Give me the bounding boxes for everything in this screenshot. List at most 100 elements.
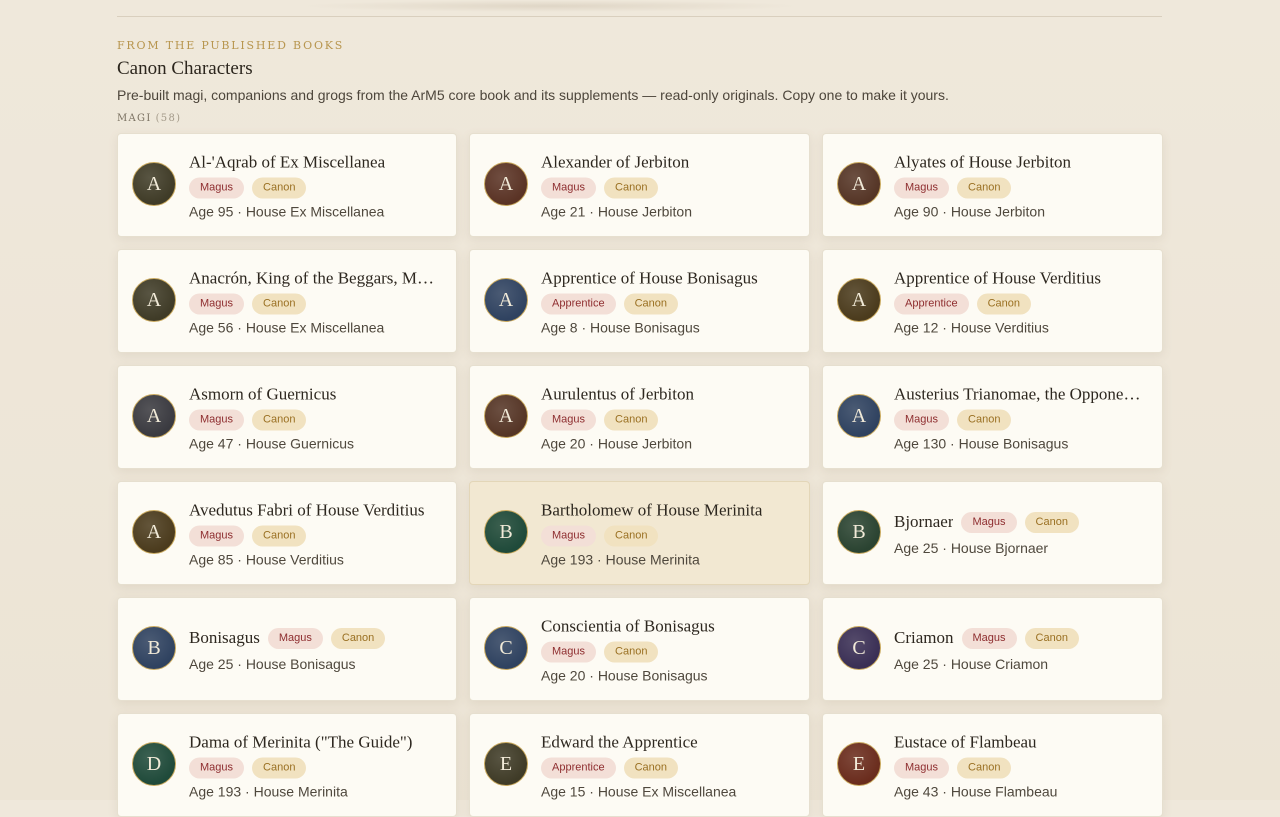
- canon-characters-section: From the published books Canon Character…: [117, 38, 1163, 126]
- character-info: Aurulentus of Jerbiton Magus Canon Age 20 ·…: [541, 382, 797, 453]
- canon-badge: Canon: [252, 409, 307, 431]
- role-badge: Magus: [189, 409, 245, 431]
- character-avatar: C: [484, 626, 528, 670]
- character-avatar: A: [837, 278, 881, 322]
- character-avatar: A: [132, 394, 176, 438]
- character-name: Eustace of Flambeau: [894, 732, 1037, 752]
- role-badge: Magus: [189, 293, 245, 315]
- character-name: Dama of Merinita ("The Guide"): [189, 732, 413, 752]
- character-badges: Apprentice Canon: [541, 757, 797, 779]
- character-badges: Magus Canon: [961, 627, 1087, 649]
- character-badges: Magus Canon: [894, 409, 1150, 431]
- character-header: Bonisagus Magus Canon: [189, 625, 444, 651]
- character-info: Alyates of House Jerbiton Magus Canon Age 9…: [894, 150, 1150, 221]
- character-info: Bonisagus Magus Canon Age 25 · House Bonisa…: [189, 625, 444, 673]
- character-name: Criamon: [894, 628, 954, 647]
- character-card[interactable]: A Asmorn of Guernicus Magus Canon Age 47 · H…: [117, 365, 457, 469]
- canon-badge: Canon: [252, 757, 307, 779]
- character-meta: Age 15 · House Ex Miscellanea: [541, 783, 737, 800]
- character-card[interactable]: E Edward the Apprentice Apprentice Canon Age…: [469, 713, 810, 817]
- character-avatar: B: [484, 510, 528, 554]
- character-badges: Magus Canon: [189, 293, 444, 315]
- character-avatar: A: [132, 510, 176, 554]
- character-name: Avedutus Fabri of House Verditius: [189, 500, 425, 520]
- character-header: Alyates of House Jerbiton Magus Canon: [894, 150, 1150, 199]
- character-card[interactable]: C Conscientia of Bonisagus Magus Canon Age 2…: [469, 597, 810, 701]
- character-meta: Age 193 · House Merinita: [189, 783, 348, 800]
- character-info: Dama of Merinita ("The Guide") Magus Canon…: [189, 730, 444, 801]
- character-avatar: A: [484, 278, 528, 322]
- character-badges: Magus Canon: [894, 177, 1150, 199]
- character-meta: Age 85 · House Verditius: [189, 551, 344, 568]
- character-card-grid: A Al-'Aqrab of Ex Miscellanea Magus Canon Ag…: [117, 133, 1163, 817]
- character-badges: Magus Canon: [541, 525, 797, 547]
- character-avatar: A: [837, 394, 881, 438]
- character-name: Anacrón, King of the Beggars, Magus of E…: [189, 268, 436, 288]
- section-title: Canon Characters: [117, 58, 253, 79]
- character-badges: Magus Canon: [189, 409, 444, 431]
- role-badge: Magus: [541, 177, 597, 199]
- character-name: Edward the Apprentice: [541, 732, 698, 752]
- character-card[interactable]: B Bartholomew of House Merinita Magus Canon…: [469, 481, 810, 585]
- canon-badge: Canon: [976, 293, 1032, 315]
- canon-badge: Canon: [252, 177, 307, 199]
- character-name: Apprentice of House Bonisagus: [541, 268, 758, 288]
- character-name: Bjornaer: [894, 512, 954, 531]
- character-card[interactable]: E Eustace of Flambeau Magus Canon Age 43 · H…: [822, 713, 1163, 817]
- character-meta: Age 20 · House Bonisagus: [541, 667, 708, 684]
- character-card[interactable]: A Avedutus Fabri of House Verditius Magus C…: [117, 481, 457, 585]
- character-badges: Magus Canon: [541, 177, 797, 199]
- character-meta: Age 25 · House Bjornaer: [894, 540, 1049, 556]
- character-badges: Magus Canon: [189, 177, 444, 199]
- canon-badge: Canon: [957, 177, 1012, 199]
- character-badges: Apprentice Canon: [894, 293, 1150, 315]
- character-header: Bjornaer Magus Canon: [894, 509, 1150, 535]
- character-header: Eustace of Flambeau Magus Canon: [894, 730, 1150, 779]
- character-meta: Age 130 · House Bonisagus: [894, 435, 1069, 452]
- role-badge: Magus: [541, 525, 597, 547]
- character-name: Apprentice of House Verditius: [894, 268, 1101, 288]
- character-card[interactable]: A Aurulentus of Jerbiton Magus Canon Age 20 …: [469, 365, 810, 469]
- role-badge: Magus: [541, 641, 597, 663]
- character-card[interactable]: A Apprentice of House Bonisagus Apprentice…: [469, 249, 810, 353]
- character-card[interactable]: C Criamon Magus Canon Age 25 · House Criamon: [822, 597, 1163, 701]
- role-badge: Magus: [189, 757, 245, 779]
- character-header: Bartholomew of House Merinita Magus Canon: [541, 498, 797, 547]
- character-avatar: E: [837, 742, 881, 786]
- character-meta: Age 20 · House Jerbiton: [541, 435, 692, 452]
- character-avatar: B: [837, 510, 881, 554]
- character-badges: Magus Canon: [894, 757, 1150, 779]
- character-header: Conscientia of Bonisagus Magus Canon: [541, 614, 797, 663]
- character-avatar: A: [484, 162, 528, 206]
- role-badge: Magus: [894, 177, 950, 199]
- canon-badge: Canon: [604, 177, 659, 199]
- character-name: Alyates of House Jerbiton: [894, 152, 1072, 172]
- character-card[interactable]: D Dama of Merinita ("The Guide") Magus Cano…: [117, 713, 457, 817]
- character-badges: Magus Canon: [189, 757, 444, 779]
- character-name: Bartholomew of House Merinita: [541, 500, 763, 520]
- character-card[interactable]: B Bjornaer Magus Canon Age 25 · House Bjorna…: [822, 481, 1163, 585]
- top-fade: [300, 0, 800, 12]
- canon-badge: Canon: [252, 293, 307, 315]
- role-badge: Apprentice: [541, 293, 616, 315]
- character-card[interactable]: B Bonisagus Magus Canon Age 25 · House Bonis…: [117, 597, 457, 701]
- character-card[interactable]: A Alyates of House Jerbiton Magus Canon Age …: [822, 133, 1163, 237]
- character-card[interactable]: A Alexander of Jerbiton Magus Canon Age 21 ·…: [469, 133, 810, 237]
- character-badges: Magus Canon: [189, 525, 444, 547]
- character-header: Alexander of Jerbiton Magus Canon: [541, 150, 797, 199]
- character-info: Conscientia of Bonisagus Magus Canon Age 20…: [541, 614, 797, 685]
- character-header: Criamon Magus Canon: [894, 625, 1150, 651]
- character-name: Aurulentus of Jerbiton: [541, 384, 694, 404]
- character-avatar: C: [837, 626, 881, 670]
- character-card[interactable]: A Anacrón, King of the Beggars, Magus of …: [117, 249, 457, 353]
- character-avatar: E: [484, 742, 528, 786]
- character-name: Austerius Trianomae, the Opponent of Bon…: [894, 384, 1142, 404]
- canon-badge: Canon: [604, 409, 659, 431]
- character-card[interactable]: A Apprentice of House Verditius Apprentice…: [822, 249, 1163, 353]
- character-card[interactable]: A Austerius Trianomae, the Opponent of Bo…: [822, 365, 1163, 469]
- character-info: Alexander of Jerbiton Magus Canon Age 21 · …: [541, 150, 797, 221]
- role-badge: Magus: [894, 409, 950, 431]
- character-meta: Age 95 · House Ex Miscellanea: [189, 203, 385, 220]
- character-card[interactable]: A Al-'Aqrab of Ex Miscellanea Magus Canon Ag…: [117, 133, 457, 237]
- canon-badge: Canon: [957, 757, 1012, 779]
